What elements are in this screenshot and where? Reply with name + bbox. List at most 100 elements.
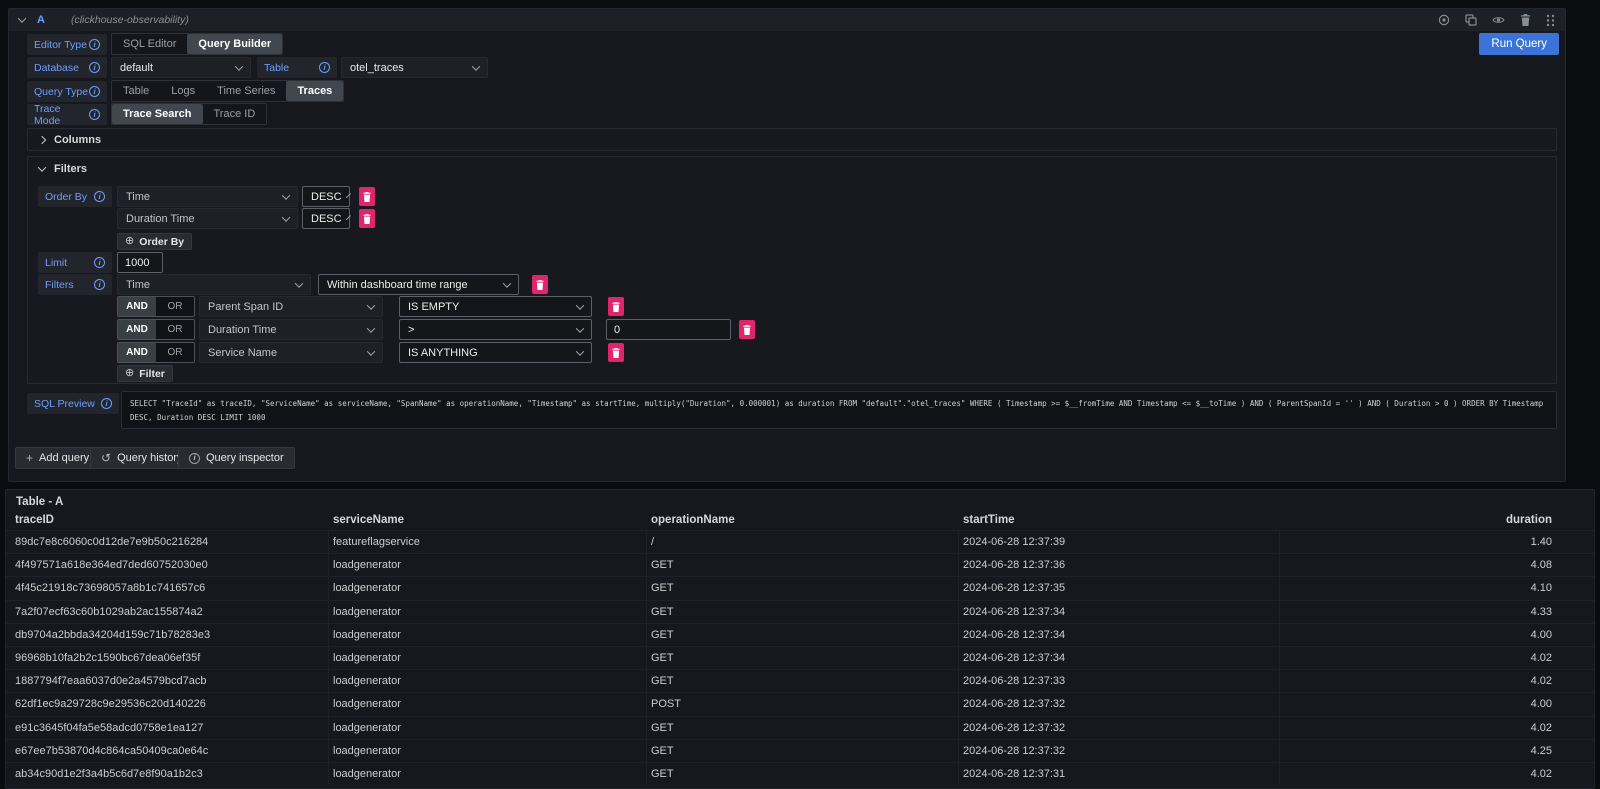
chevron-down-icon xyxy=(472,62,480,70)
sql-preview-label: SQL Preview i xyxy=(27,393,119,414)
info-icon[interactable]: i xyxy=(94,191,105,202)
filter-field-select[interactable]: Duration Time xyxy=(199,319,383,340)
filter-operator-select[interactable]: Within dashboard time range xyxy=(318,274,519,295)
column-header-traceid[interactable]: traceID xyxy=(6,511,329,530)
query-inspector-button[interactable]: i Query inspector xyxy=(178,447,295,469)
query-type-option-table[interactable]: Table xyxy=(112,81,160,101)
trace-id-link[interactable]: e91c3645f04fa5e58adcd0758e1ea127 xyxy=(6,717,329,739)
database-select[interactable]: default xyxy=(111,57,251,78)
filter-value-input[interactable]: 0 xyxy=(606,319,731,340)
chevron-down-icon xyxy=(295,279,303,287)
query-editor-card: A (clickhouse-observability) Editor Type… xyxy=(8,8,1566,482)
filters-section-header[interactable]: Filters xyxy=(39,163,87,175)
filter-field-select[interactable]: Time xyxy=(117,274,311,295)
chevron-down-icon xyxy=(38,163,46,171)
collapse-chevron-icon[interactable] xyxy=(18,14,26,22)
chevron-down-icon xyxy=(503,279,511,287)
or-option[interactable]: OR xyxy=(156,297,194,316)
filter-operator-select[interactable]: IS ANYTHING xyxy=(399,342,592,363)
remove-filter-button[interactable] xyxy=(608,343,624,362)
limit-input[interactable]: 1000 xyxy=(117,252,163,273)
info-icon[interactable]: i xyxy=(94,279,105,290)
filter-field-select[interactable]: Service Name xyxy=(199,342,383,363)
hide-response-eye-icon[interactable] xyxy=(1492,14,1505,26)
order-by-field-select[interactable]: Time xyxy=(117,186,298,207)
and-option[interactable]: AND xyxy=(118,297,156,316)
filters-label: Filters i xyxy=(38,274,112,295)
query-row-header[interactable]: A (clickhouse-observability) xyxy=(9,9,1565,31)
info-icon[interactable]: i xyxy=(89,109,100,120)
info-icon[interactable]: i xyxy=(89,86,100,97)
order-by-field-select[interactable]: Duration Time xyxy=(117,208,298,229)
duplicate-query-icon[interactable] xyxy=(1465,14,1477,26)
trace-id-link[interactable]: 62df1ec9a29728c9e29536c20d140226 xyxy=(6,693,329,715)
columns-section-header[interactable]: Columns xyxy=(27,128,1557,151)
trace-id-link[interactable]: db9704a2bbda34204d159c71b78283e3 xyxy=(6,624,329,646)
order-by-direction-select[interactable]: DESC xyxy=(302,208,350,229)
table-row: 96968b10fa2b2c1590bc67dea06ef35f loadgen… xyxy=(6,646,1594,669)
and-option[interactable]: AND xyxy=(118,343,156,362)
query-type-radio-group: Table Logs Time Series Traces xyxy=(111,80,344,102)
trace-id-link[interactable]: e67ee7b53870d4c864ca50409ca0e64c xyxy=(6,740,329,762)
or-option[interactable]: OR xyxy=(156,320,194,339)
column-header-servicename[interactable]: serviceName xyxy=(329,511,647,530)
run-query-button[interactable]: Run Query xyxy=(1479,33,1559,55)
remove-order-by-button[interactable] xyxy=(359,187,375,206)
trace-mode-option-id[interactable]: Trace ID xyxy=(203,104,267,124)
query-type-option-traces[interactable]: Traces xyxy=(286,81,343,101)
and-option[interactable]: AND xyxy=(118,320,156,339)
remove-order-by-button[interactable] xyxy=(359,209,375,228)
filter-field-select[interactable]: Parent Span ID xyxy=(199,296,383,317)
remove-filter-button[interactable] xyxy=(532,275,548,294)
order-by-direction-select[interactable]: DESC xyxy=(302,186,350,207)
column-header-operationname[interactable]: operationName xyxy=(647,511,959,530)
order-by-label: Order By i xyxy=(38,186,112,207)
column-header-duration[interactable]: duration xyxy=(1280,511,1594,530)
filter-operator-select[interactable]: > xyxy=(399,319,592,340)
trace-id-link[interactable]: 89dc7e8c6060c0d12de7e9b50c216284 xyxy=(6,531,329,553)
chevron-down-icon xyxy=(282,213,290,221)
info-icon[interactable]: i xyxy=(89,62,100,73)
remove-filter-button[interactable] xyxy=(739,320,755,339)
trace-id-link[interactable]: 4f45c21918c73698057a8b1c741657c6 xyxy=(6,577,329,599)
editor-type-label: Editor Type i xyxy=(27,34,107,55)
remove-query-trash-icon[interactable] xyxy=(1520,14,1531,26)
trace-mode-option-search[interactable]: Trace Search xyxy=(112,104,203,124)
editor-type-radio-group: SQL Editor Query Builder xyxy=(111,33,283,55)
or-option[interactable]: OR xyxy=(156,343,194,362)
trace-id-link[interactable]: ab34c90d1e2f3a4b5c6d7e8f90a1b2c3 xyxy=(6,763,329,785)
filters-section: Filters Order By i Time DESC Duration Ti… xyxy=(27,156,1557,384)
table-row: 4f45c21918c73698057a8b1c741657c6 loadgen… xyxy=(6,576,1594,599)
drag-handle-icon[interactable] xyxy=(1546,14,1555,27)
query-type-option-timeseries[interactable]: Time Series xyxy=(206,81,286,101)
editor-type-option-sql[interactable]: SQL Editor xyxy=(112,34,187,54)
limit-label: Limit i xyxy=(38,252,112,273)
trace-id-link[interactable]: 96968b10fa2b2c1590bc67dea06ef35f xyxy=(6,647,329,669)
trace-id-link[interactable]: 1887794f7eaa6037d0e2a4579bcd7acb xyxy=(6,670,329,692)
info-icon[interactable]: i xyxy=(89,39,100,50)
info-icon[interactable]: i xyxy=(319,62,330,73)
info-icon[interactable]: i xyxy=(101,398,112,409)
trace-id-link[interactable]: 7a2f07ecf63c60b1029ab2ac155874a2 xyxy=(6,601,329,623)
datasource-name: (clickhouse-observability) xyxy=(71,14,189,26)
bool-operator-group: AND OR xyxy=(117,296,195,317)
table-select[interactable]: otel_traces xyxy=(341,57,488,78)
table-panel: Table - A traceID serviceName operationN… xyxy=(5,489,1595,789)
filter-operator-select[interactable]: IS EMPTY xyxy=(399,296,592,317)
trace-mode-radio-group: Trace Search Trace ID xyxy=(111,103,267,125)
record-circle-icon[interactable] xyxy=(1438,14,1450,26)
query-type-option-logs[interactable]: Logs xyxy=(160,81,206,101)
remove-filter-button[interactable] xyxy=(608,297,624,316)
info-circle-icon: i xyxy=(189,453,200,464)
plus-icon: + xyxy=(26,452,33,464)
table-row: 7a2f07ecf63c60b1029ab2ac155874a2 loadgen… xyxy=(6,600,1594,623)
editor-type-option-builder[interactable]: Query Builder xyxy=(187,34,282,54)
table-label: Table i xyxy=(257,57,337,78)
trace-id-link[interactable]: 4f497571a618e364ed7ded60752030e0 xyxy=(6,554,329,576)
info-icon[interactable]: i xyxy=(94,257,105,268)
column-header-starttime[interactable]: startTime xyxy=(959,511,1280,530)
add-order-by-button[interactable]: ⊕ Order By xyxy=(117,233,192,250)
add-filter-button[interactable]: ⊕ Filter xyxy=(117,365,173,382)
add-query-button[interactable]: + Add query xyxy=(15,447,100,469)
history-icon: ↺ xyxy=(101,452,111,464)
